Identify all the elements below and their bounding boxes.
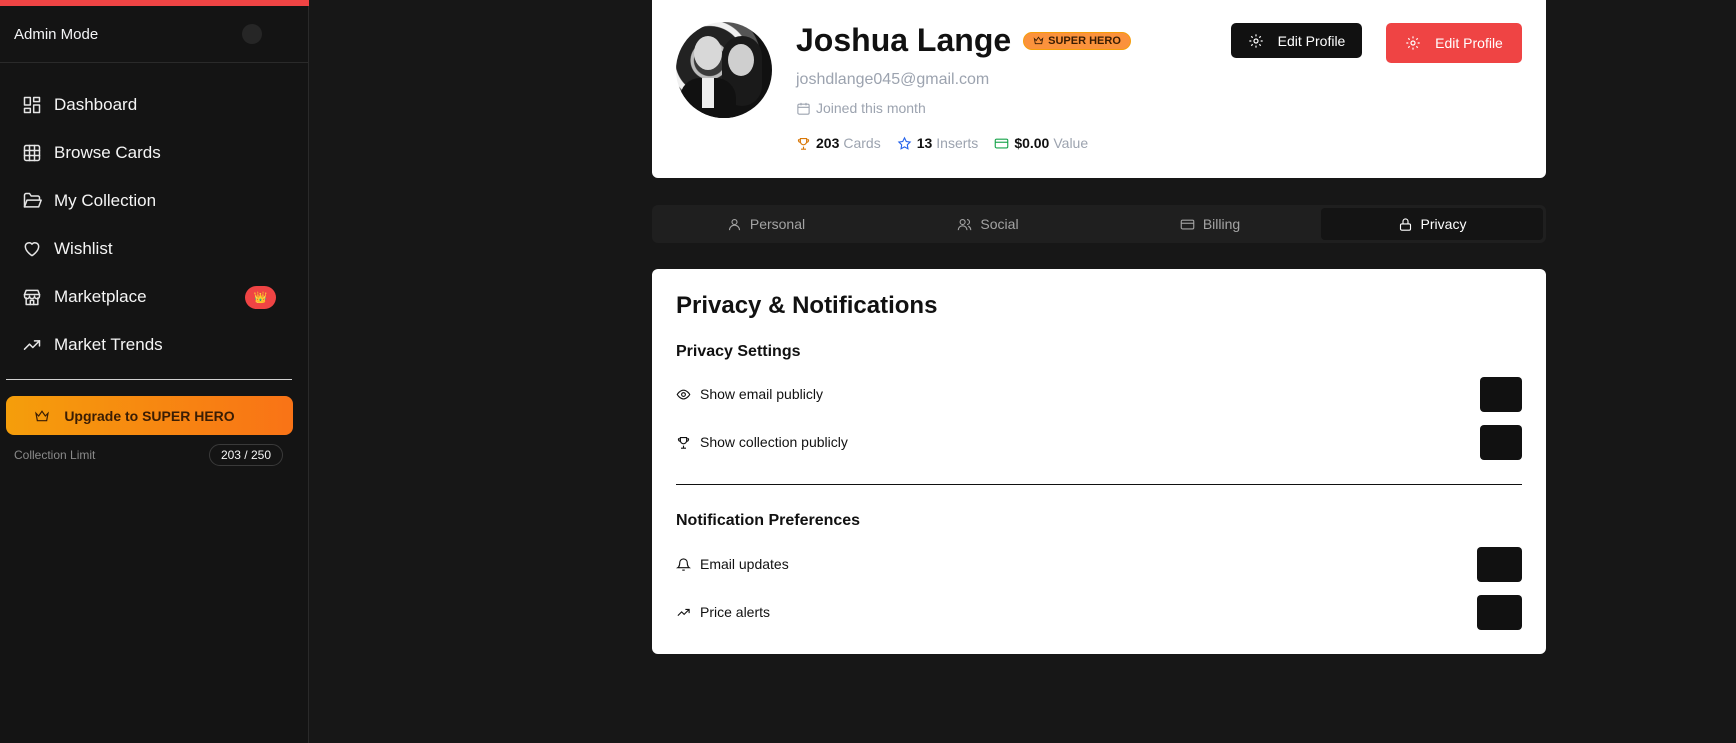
eye-icon (676, 389, 691, 399)
setting-label: Show collection publicly (700, 434, 848, 450)
sidebar-item-label: Market Trends (54, 335, 163, 354)
setting-email-updates: Email updates (676, 546, 1522, 582)
price-alerts-toggle[interactable] (1477, 594, 1522, 630)
tab-social[interactable]: Social (877, 208, 1099, 240)
star-icon (897, 136, 912, 150)
show-collection-toggle[interactable] (1480, 424, 1522, 460)
stat-inserts: 13 Inserts (897, 135, 979, 151)
trophy-icon (797, 137, 810, 150)
folder-open-icon (23, 192, 42, 208)
gear-icon (1406, 36, 1420, 50)
setting-label: Email updates (700, 556, 789, 572)
lock-icon (1399, 217, 1411, 231)
crown-icon (1033, 36, 1044, 45)
marketplace-badge: 👑 (245, 286, 276, 309)
sidebar-nav: Dashboard Browse Cards My Collection Wis… (0, 63, 308, 369)
sidebar-item-wishlist[interactable]: Wishlist (0, 225, 308, 273)
admin-mode-toggle[interactable] (242, 24, 262, 44)
sidebar-item-label: Marketplace (54, 287, 147, 306)
edit-profile-label: Edit Profile (1277, 32, 1346, 49)
trophy-icon (677, 436, 690, 449)
avatar (676, 22, 772, 118)
upgrade-button[interactable]: Upgrade to SUPER HERO (6, 396, 293, 435)
tab-privacy[interactable]: Privacy (1321, 208, 1543, 240)
stat-cards-unit: Cards (843, 135, 881, 151)
profile-email: joshdlange045@gmail.com (796, 71, 990, 88)
stat-inserts-value: 13 (916, 135, 933, 151)
trending-up-icon (23, 340, 41, 350)
edit-profile-button-red[interactable]: Edit Profile (1386, 23, 1522, 63)
stat-value-unit: Value (1053, 135, 1089, 151)
sidebar-item-label: My Collection (54, 191, 157, 210)
privacy-title: Privacy & Notifications (676, 292, 938, 319)
credit-card-icon (995, 138, 1009, 148)
tab-label: Personal (749, 216, 806, 232)
collection-limit-label: Collection Limit (14, 448, 96, 462)
super-hero-badge: SUPER HERO (1023, 31, 1131, 50)
users-icon (958, 218, 972, 230)
sidebar-item-market-trends[interactable]: Market Trends (0, 321, 308, 369)
profile-name: Joshua Lange (796, 22, 1012, 58)
profile-card: Joshua Lange SUPER HERO joshdlange045@gm… (652, 0, 1546, 178)
sidebar-item-my-collection[interactable]: My Collection (0, 177, 308, 225)
super-hero-badge-label: SUPER HERO (1048, 34, 1121, 47)
grid-icon (23, 144, 41, 162)
setting-label: Price alerts (700, 604, 771, 620)
gear-icon (1248, 33, 1263, 48)
sidebar: Admin Mode Dashboard Browse Cards My Col… (0, 0, 309, 743)
sidebar-item-label: Dashboard (54, 95, 138, 114)
collection-limit-row: Collection Limit 203 / 250 (0, 435, 308, 466)
profile-tabs: Personal Social Billing Privacy (652, 205, 1546, 243)
sidebar-item-marketplace[interactable]: Marketplace 👑 (0, 273, 308, 321)
stat-inserts-unit: Inserts (936, 135, 979, 151)
admin-mode-label: Admin Mode (14, 25, 99, 43)
stat-cards-value: 203 (816, 135, 840, 151)
admin-mode-row: Admin Mode (0, 6, 308, 63)
setting-label: Show email publicly (700, 386, 823, 402)
trending-up-icon (677, 608, 690, 616)
sidebar-item-browse-cards[interactable]: Browse Cards (0, 129, 308, 177)
setting-show-email: Show email publicly (676, 376, 1522, 412)
setting-price-alerts: Price alerts (676, 594, 1522, 630)
privacy-settings-heading: Privacy Settings (676, 343, 801, 360)
setting-show-collection: Show collection publicly (676, 424, 1522, 460)
dashboard-icon (23, 96, 41, 114)
profile-name-row: Joshua Lange SUPER HERO (796, 22, 1131, 59)
sidebar-divider (6, 379, 292, 380)
edit-profile-button-dark[interactable]: Edit Profile (1231, 23, 1362, 58)
stat-cards: 203 Cards (796, 135, 881, 151)
crown-icon (35, 409, 50, 421)
profile-joined: Joined this month (796, 100, 926, 116)
privacy-divider (676, 484, 1522, 485)
credit-card-icon (1180, 219, 1195, 229)
collection-limit-value: 203 / 250 (208, 444, 283, 466)
calendar-icon (797, 102, 810, 115)
profile-joined-text: Joined this month (816, 100, 926, 116)
email-updates-toggle[interactable] (1477, 546, 1522, 582)
show-email-toggle[interactable] (1480, 376, 1522, 412)
tab-billing[interactable]: Billing (1099, 208, 1321, 240)
sidebar-item-dashboard[interactable]: Dashboard (0, 81, 308, 129)
privacy-card: Privacy & Notifications Privacy Settings… (652, 269, 1546, 654)
tab-label: Social (980, 216, 1019, 232)
notification-preferences-heading: Notification Preferences (676, 512, 861, 529)
upgrade-label: Upgrade to SUPER HERO (64, 407, 235, 424)
stat-value: $0.00 Value (994, 135, 1088, 151)
tab-label: Privacy (1420, 216, 1467, 232)
user-icon (728, 218, 740, 230)
bell-icon (676, 557, 691, 571)
edit-profile-label: Edit Profile (1435, 35, 1503, 51)
sidebar-item-label: Wishlist (54, 239, 113, 258)
tab-label: Billing (1202, 216, 1241, 232)
heart-icon (24, 242, 40, 257)
tab-personal[interactable]: Personal (655, 208, 877, 240)
store-icon (23, 289, 41, 306)
sidebar-item-label: Browse Cards (54, 143, 161, 162)
stat-value-value: $0.00 (1014, 135, 1050, 151)
profile-stats: 203 Cards 13 Inserts $0.00 Value (796, 135, 1104, 151)
